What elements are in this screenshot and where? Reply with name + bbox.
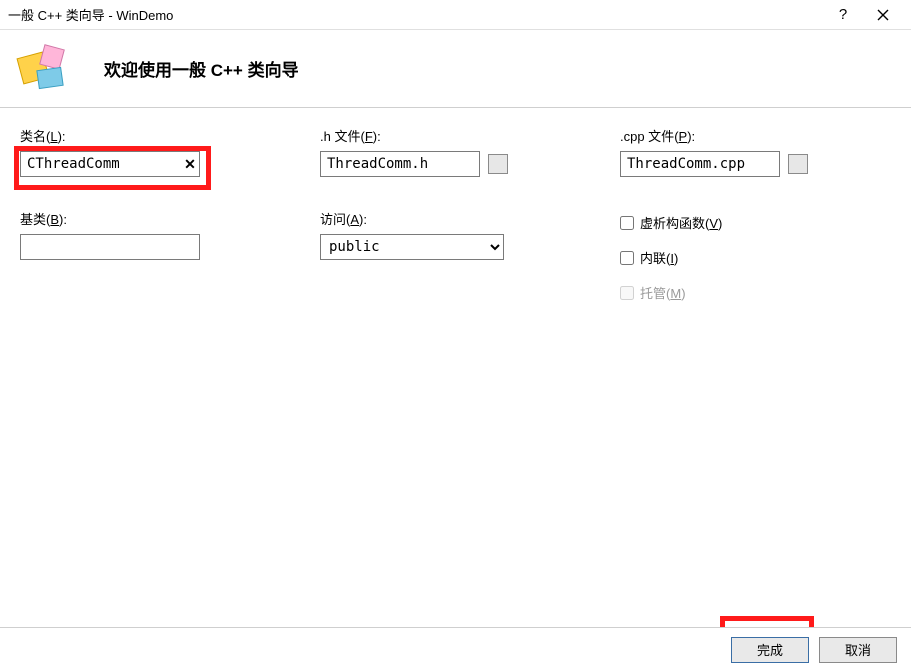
hfile-browse-button[interactable]: [488, 154, 508, 174]
banner: 欢迎使用一般 C++ 类向导: [0, 30, 911, 108]
label-access: 访问(A):: [320, 209, 610, 228]
banner-title: 欢迎使用一般 C++ 类向导: [104, 56, 299, 81]
label-cppfile: .cpp 文件(P):: [620, 126, 891, 145]
virtual-dtor-checkbox[interactable]: 虚析构函数(V): [620, 213, 891, 232]
help-button[interactable]: ?: [823, 0, 863, 30]
close-button[interactable]: [863, 0, 903, 30]
cppfile-input[interactable]: [620, 151, 780, 177]
checkbox-group: 虚析构函数(V) 内联(I) 托管(M): [620, 213, 891, 302]
access-select[interactable]: public: [320, 234, 504, 260]
label-hfile: .h 文件(F):: [320, 126, 610, 145]
managed-checkbox: 托管(M): [620, 283, 891, 302]
inline-input[interactable]: [620, 251, 634, 265]
close-icon: [877, 9, 889, 21]
managed-input: [620, 286, 634, 300]
wizard-icon: [12, 39, 76, 99]
cppfile-browse-button[interactable]: [788, 154, 808, 174]
field-cppfile: .cpp 文件(P):: [620, 126, 891, 177]
window-title: 一般 C++ 类向导 - WinDemo: [8, 5, 823, 24]
finish-button[interactable]: 完成: [731, 637, 809, 663]
label-classname: 类名(L):: [20, 126, 310, 145]
cancel-button[interactable]: 取消: [819, 637, 897, 663]
field-baseclass: 基类(B):: [20, 209, 310, 260]
titlebar: 一般 C++ 类向导 - WinDemo ?: [0, 0, 911, 30]
field-access: 访问(A): public: [320, 209, 610, 260]
virtual-dtor-input[interactable]: [620, 216, 634, 230]
label-baseclass: 基类(B):: [20, 209, 310, 228]
footer: 完成 取消: [0, 627, 911, 671]
classname-input[interactable]: [20, 151, 200, 177]
hfile-input[interactable]: [320, 151, 480, 177]
field-hfile: .h 文件(F):: [320, 126, 610, 177]
inline-checkbox[interactable]: 内联(I): [620, 248, 891, 267]
field-classname: 类名(L): ✕: [20, 126, 310, 177]
form-area: 类名(L): ✕ .h 文件(F): .cpp 文件(P): 基类(B):: [0, 108, 911, 302]
clear-icon[interactable]: ✕: [180, 154, 200, 174]
baseclass-input[interactable]: [20, 234, 200, 260]
